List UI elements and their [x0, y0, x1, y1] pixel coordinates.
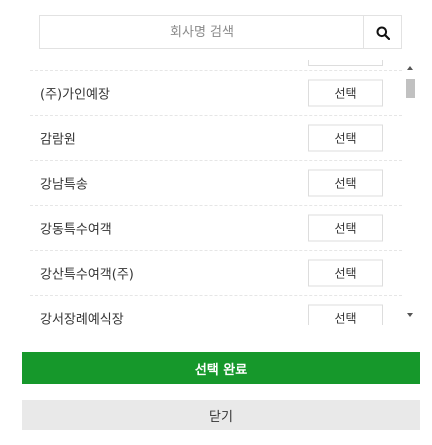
list-item: 강동특수여객 선택: [30, 206, 402, 251]
select-button[interactable]: 선택: [308, 79, 383, 107]
search-input[interactable]: [40, 16, 364, 48]
select-button[interactable]: 선택: [308, 259, 383, 287]
company-name: 강남특송: [40, 177, 88, 193]
list-item: (주)가인예장 선택: [30, 71, 402, 116]
list-item: 강산특수여객(주) 선택: [30, 251, 402, 296]
list-item: 강남특송 선택: [30, 161, 402, 206]
list-item: [30, 60, 402, 71]
select-button[interactable]: 선택: [308, 214, 383, 242]
search-icon: [376, 25, 390, 41]
list-item: 감람원 선택: [30, 116, 402, 161]
select-button[interactable]: 선택: [308, 304, 383, 325]
list-scrollbar[interactable]: [403, 60, 418, 325]
select-button[interactable]: 선택: [308, 124, 383, 152]
search-button[interactable]: [363, 16, 401, 48]
select-button[interactable]: [308, 60, 383, 66]
company-list-content: (주)가인예장 선택 감람원 선택 강남특송 선택 강동특수여객 선택 강산특수…: [30, 60, 402, 325]
scroll-down-arrow-icon[interactable]: [407, 313, 413, 317]
company-name: 감람원: [40, 132, 76, 148]
close-button[interactable]: 닫기: [22, 400, 420, 430]
company-name: 강서장례예식장: [40, 312, 124, 326]
company-name: (주)가인예장: [40, 87, 110, 103]
company-list[interactable]: (주)가인예장 선택 감람원 선택 강남특송 선택 강동특수여객 선택 강산특수…: [30, 60, 402, 325]
company-select-dialog: (주)가인예장 선택 감람원 선택 강남특송 선택 강동특수여객 선택 강산특수…: [0, 0, 432, 445]
scroll-thumb[interactable]: [406, 79, 415, 98]
search-bar: [39, 15, 402, 49]
company-name: 강산특수여객(주): [40, 267, 134, 283]
scroll-up-arrow-icon[interactable]: [407, 66, 413, 70]
select-button[interactable]: 선택: [308, 169, 383, 197]
list-item: 강서장례예식장 선택: [30, 296, 402, 325]
company-name: 강동특수여객: [40, 222, 112, 238]
confirm-selection-button[interactable]: 선택 완료: [22, 352, 420, 384]
